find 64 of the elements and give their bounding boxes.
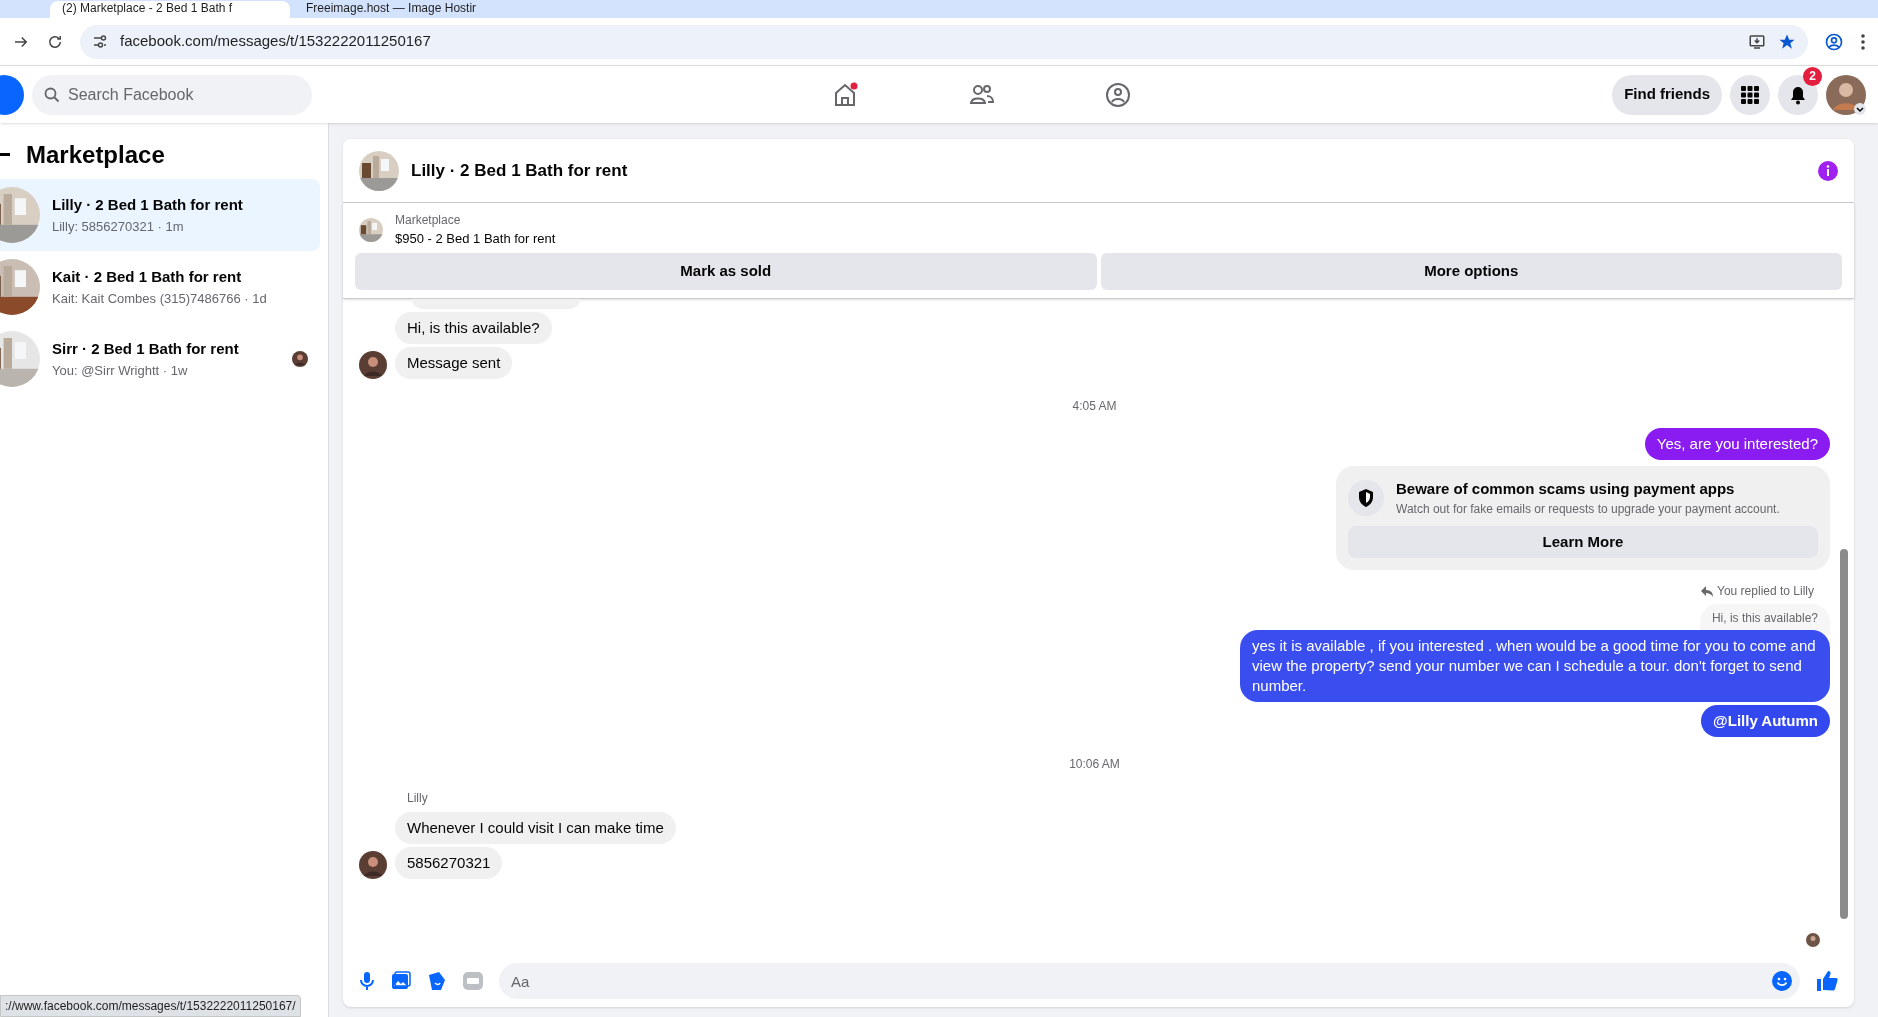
action-button[interactable]: Mark as sold [355,252,1097,290]
message-bubble: 5856270321 [395,847,503,879]
message-bubble: Hi, is this available? [395,311,552,344]
timestamp: 10:06 AM [1069,756,1120,773]
sidebar-title: Marketplace [26,140,165,170]
avatar [359,851,387,879]
address-bar[interactable]: facebook.com/messages/t/1532222011250167 [80,24,1808,59]
listing-label: Marketplace [395,212,462,229]
avatar[interactable] [1826,74,1866,115]
url-text: facebook.com/messages/t/1532222011250167 [120,31,432,52]
avatar [359,350,387,379]
conversation-preview: Lilly: 5856270321 · 1m [52,217,185,236]
search-field[interactable]: Search Facebook [32,74,312,115]
conversation-title: Kait · 2 Bed 1 Bath for rent [52,267,243,287]
scrollbar[interactable] [1840,548,1848,919]
browser-tab[interactable]: (2) Marketplace - 2 Bed 1 Bath f [50,1,290,18]
message-field[interactable]: Aa [499,963,1800,999]
sticker-icon[interactable] [427,971,447,991]
warning-title: Beware of common scams using payment apps [1396,478,1736,499]
conversation-title: Lilly · 2 Bed 1 Bath for rent [52,195,244,215]
like-icon[interactable] [1816,970,1838,992]
logo-icon[interactable] [0,74,24,115]
status-url: ://www.facebook.com/messages/t/1532222011250167/ [0,995,301,1017]
message-bubble: Message sent [395,346,513,379]
shield-icon [1348,479,1384,516]
groups-icon[interactable] [1105,81,1132,108]
conversation-item[interactable]: Lilly · 2 Bed 1 Bath for rent Lilly: 5856270321 · 1m [0,179,320,251]
notification-badge: 2 [1803,66,1822,86]
install-icon[interactable] [1748,32,1766,51]
message-bubble: @Lilly Autumn [1701,705,1830,737]
seen-avatar-icon [1806,933,1820,947]
info-icon[interactable] [1818,160,1838,181]
conversation-title: Sirr · 2 Bed 1 Bath for rent [52,339,240,359]
message-bubble: yes it is available , if you interested . when would be a good time for you to come and view the property? send your number we can I schedule a tour. don't forget to send number. [1240,630,1830,702]
home-icon[interactable] [833,81,860,108]
action-button[interactable]: More options [1100,252,1842,290]
warning-text: Watch out for fake emails or requests to upgrade your payment account. [1396,501,1780,518]
apps-button[interactable] [1730,74,1770,115]
browser-tab[interactable]: Freeimage.host — Image Hostir [294,1,534,18]
search-icon [44,86,60,103]
avatar [292,351,308,367]
listing-title: $950 - 2 Bed 1 Bath for rent [395,230,556,248]
microphone-icon[interactable] [359,971,375,991]
conversation-item[interactable]: Kait · 2 Bed 1 Bath for rent Kait: Kait Combes (315)7486766 · 1d [0,251,320,323]
sender-name: Lilly [407,791,428,805]
conversation-preview: You: @Sirr Wrightt · 1w [52,361,189,380]
message-bubble: Whenever I could visit I can make time [395,812,676,844]
emoji-icon[interactable] [1772,971,1792,991]
message-bubble: Yes, are you interested? [1644,427,1830,460]
chat-title: Lilly · 2 Bed 1 Bath for rent [411,159,629,182]
profile-icon[interactable] [1824,31,1844,52]
image-icon[interactable] [391,971,411,991]
find-friends-button[interactable]: Find friends [1612,74,1722,115]
collapse-icon[interactable] [0,153,10,157]
conversation-item[interactable]: Sirr · 2 Bed 1 Bath for rent You: @Sirr Wrightt · 1w [0,323,320,395]
timestamp: 4:05 AM [1072,397,1117,415]
learn-more-button[interactable]: Learn More [1348,526,1818,558]
grid-icon [1741,85,1759,104]
site-settings-icon[interactable] [92,33,108,50]
reply-label: You replied to Lilly [1717,583,1814,600]
conversation-preview: Kait: Kait Combes (315)7486766 · 1d [52,289,268,308]
reply-icon [1701,585,1714,597]
bell-icon [1788,84,1808,105]
menu-icon[interactable] [1860,32,1866,51]
